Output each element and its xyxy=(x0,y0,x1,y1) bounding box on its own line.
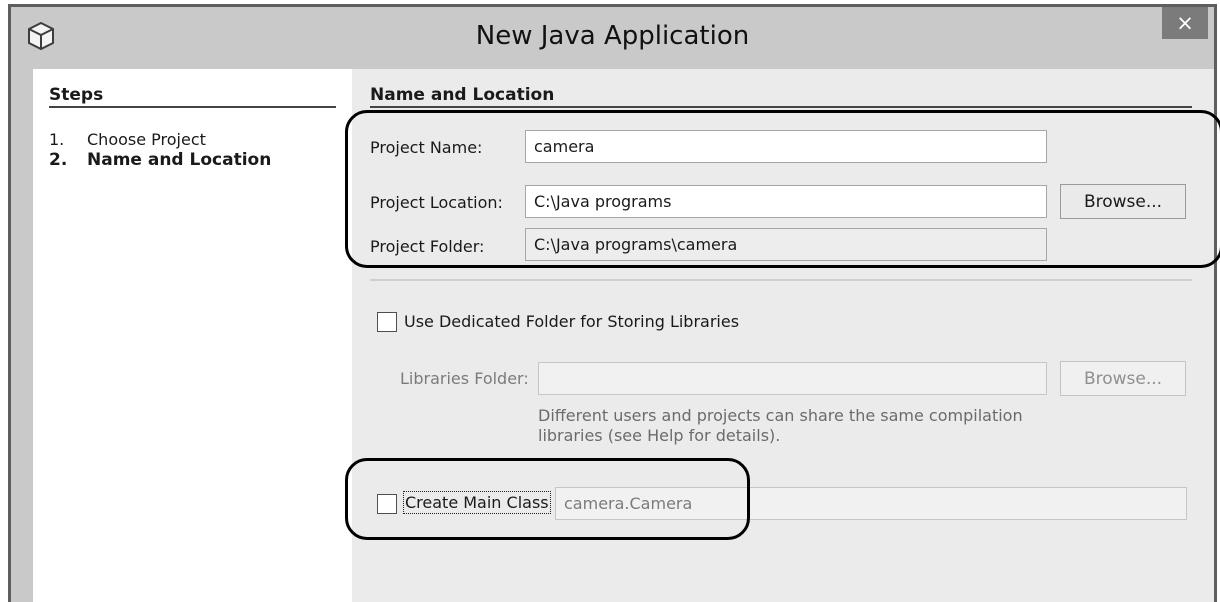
panel-heading: Name and Location xyxy=(370,85,555,105)
libraries-hint-line-2: libraries (see Help for details). xyxy=(538,426,781,445)
browse-location-button[interactable]: Browse... xyxy=(1060,184,1186,219)
steps-heading: Steps xyxy=(49,85,104,105)
project-folder-label: Project Folder: xyxy=(370,237,485,256)
new-java-application-dialog: New Java Application × Steps 1. Choose P… xyxy=(8,4,1217,602)
dedicated-folder-checkbox[interactable] xyxy=(377,312,397,332)
panel-heading-divider xyxy=(370,106,1192,108)
project-location-label: Project Location: xyxy=(370,193,503,212)
step-label: Name and Location xyxy=(87,150,272,170)
libraries-hint-line-1: Different users and projects can share t… xyxy=(538,406,1023,425)
libraries-folder-input xyxy=(538,362,1047,395)
main-class-input: camera.Camera xyxy=(555,487,1187,520)
step-item-choose-project: 1. Choose Project xyxy=(49,130,206,149)
steps-panel: Steps 1. Choose Project 2. Name and Loca… xyxy=(33,69,355,602)
project-name-input[interactable]: camera xyxy=(525,130,1047,163)
step-number: 1. xyxy=(49,130,65,149)
libraries-folder-label: Libraries Folder: xyxy=(400,369,529,388)
create-main-class-label[interactable]: Create Main Class xyxy=(403,491,551,514)
dedicated-folder-label[interactable]: Use Dedicated Folder for Storing Librari… xyxy=(404,312,739,331)
section-divider xyxy=(370,279,1192,281)
browse-libraries-button: Browse... xyxy=(1060,361,1186,396)
create-main-class-checkbox[interactable] xyxy=(377,494,397,514)
steps-divider xyxy=(49,106,336,108)
close-icon: × xyxy=(1176,11,1194,35)
name-and-location-panel: Name and Location Project Name: camera P… xyxy=(352,69,1214,602)
close-button[interactable]: × xyxy=(1162,7,1208,39)
project-name-label: Project Name: xyxy=(370,138,483,157)
project-location-input[interactable]: C:\Java programs xyxy=(525,185,1047,218)
step-number: 2. xyxy=(49,150,68,170)
title-bar[interactable]: New Java Application × xyxy=(11,7,1214,69)
window-title: New Java Application xyxy=(475,21,750,51)
step-label: Choose Project xyxy=(87,130,206,149)
step-item-name-and-location: 2. Name and Location xyxy=(49,150,271,170)
project-folder-field: C:\Java programs\camera xyxy=(525,228,1047,261)
